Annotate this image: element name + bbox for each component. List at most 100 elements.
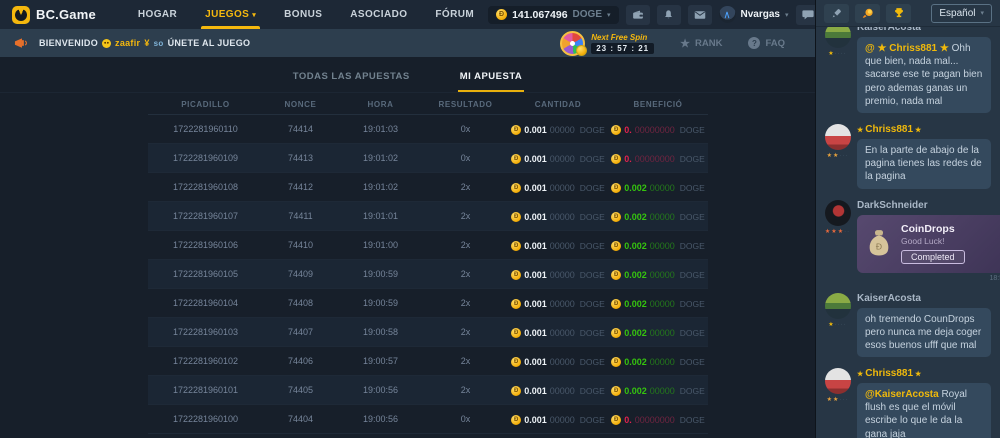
nav-item-bonus[interactable]: BONUS	[270, 0, 336, 29]
coindrops-card[interactable]: ÐCoinDropsGood Luck!Completed	[857, 215, 1000, 273]
rank-link[interactable]: ★ RANK	[680, 37, 722, 50]
top-navbar: BC.Game HOGARJUEGOS▾BONUSASOCIADOFÓRUM Ð…	[0, 0, 815, 29]
table-row[interactable]: 17222819601097441319:01:020xÐ0.00100000D…	[148, 144, 708, 173]
language-selector[interactable]: Español ▾	[931, 4, 992, 23]
table-row[interactable]: 17222819601017440519:00:562xÐ0.00100000D…	[148, 376, 708, 405]
tab-mi-apuesta[interactable]: MI APUESTA	[458, 65, 525, 92]
chat-username-text: KaiserAcosta	[857, 293, 921, 304]
value-main: 0.001	[524, 386, 547, 396]
table-row[interactable]: 17222819601007440419:00:560xÐ0.00100000D…	[148, 405, 708, 434]
table-row[interactable]: 17222819601077441119:01:012xÐ0.00100000D…	[148, 202, 708, 231]
hash-cell: 1722281960100	[148, 414, 263, 424]
chat-username[interactable]: ★ Chriss881 ★	[857, 124, 992, 135]
balance-currency: DOGE	[573, 9, 602, 20]
chat-message: ★····KaiserAcosta@ ★ Chriss881 ★ Ohh que…	[824, 27, 992, 113]
doge-coin-icon: Ð	[611, 357, 621, 367]
brand-logo[interactable]: BC.Game	[12, 6, 96, 24]
chevron-down-icon: ▾	[980, 9, 984, 17]
announcement-message[interactable]: BIENVENIDO zaafir ¥ so ÚNETE AL JUEGO	[39, 38, 250, 48]
completed-button[interactable]: Completed	[901, 250, 965, 264]
time-cell: 19:00:56	[338, 385, 423, 395]
profit-cell: Ð0.00000000DOGE	[608, 123, 708, 135]
spin-wheel-icon	[560, 31, 585, 56]
time-cell: 19:01:00	[338, 240, 423, 250]
money-bag-icon: Ð	[866, 229, 892, 259]
value-unit: DOGE	[680, 328, 705, 338]
mention-link[interactable]: @ ★ Chriss881 ★	[865, 43, 952, 54]
table-row[interactable]: 17222819601037440719:00:582xÐ0.00100000D…	[148, 318, 708, 347]
hot-games-button[interactable]	[855, 4, 880, 23]
notifications-button[interactable]	[657, 5, 681, 25]
star-icon: ★	[913, 127, 921, 134]
value-main: 0.001	[524, 357, 547, 367]
doge-coin-icon: Ð	[611, 328, 621, 338]
time-cell: 19:00:59	[338, 269, 423, 279]
value-main: 0.002	[624, 299, 647, 309]
table-row[interactable]: 17222819601067441019:01:002xÐ0.00100000D…	[148, 231, 708, 260]
chat-username[interactable]: KaiserAcosta	[857, 293, 992, 304]
svg-text:Ð: Ð	[876, 241, 882, 251]
chat-username[interactable]: ★ Chriss881 ★	[857, 368, 992, 379]
chat-username-text: KaiserAcosta	[857, 27, 921, 33]
nav-item-fórum[interactable]: FÓRUM	[421, 0, 488, 29]
nav-item-asociado[interactable]: ASOCIADO	[336, 0, 421, 29]
balance-selector[interactable]: Ð 141.067496 DOGE ▾	[488, 6, 618, 24]
value-main: 0.002	[624, 212, 647, 222]
time-cell: 19:01:02	[338, 182, 423, 192]
messages-button[interactable]	[688, 5, 712, 25]
value-unit: DOGE	[580, 299, 605, 309]
avatar[interactable]	[825, 368, 851, 394]
nav-item-juegos[interactable]: JUEGOS▾	[191, 0, 270, 29]
avatar[interactable]	[825, 124, 851, 150]
nav-item-label: BONUS	[284, 9, 322, 20]
star-icon: ·	[847, 229, 850, 235]
column-header: BENEFICIÓ	[608, 100, 708, 109]
table-row[interactable]: 17222819601027440619:00:572xÐ0.00100000D…	[148, 347, 708, 376]
chat-message: ★★★··DarkSchneiderÐCoinDropsGood Luck!Co…	[824, 200, 992, 282]
avatar[interactable]	[825, 293, 851, 319]
value-unit: DOGE	[580, 183, 605, 193]
doge-coin-icon: Ð	[611, 183, 621, 193]
amount-cell: Ð0.00100000DOGE	[508, 326, 608, 338]
wallet-button[interactable]	[626, 5, 650, 25]
table-row[interactable]: 17222819601107441419:01:030xÐ0.00100000D…	[148, 115, 708, 144]
chat-sidebar: Español ▾ ★····KaiserAcosta@ ★ Chriss881…	[815, 0, 1000, 438]
quests-button[interactable]	[824, 4, 849, 23]
doge-coin-icon: Ð	[511, 154, 521, 164]
nonce-cell: 74409	[263, 269, 338, 279]
table-row[interactable]: 17222819601087441219:01:022xÐ0.00100000D…	[148, 173, 708, 202]
doge-coin-icon: Ð	[511, 270, 521, 280]
value-unit: DOGE	[580, 328, 605, 338]
value-main: 0.002	[624, 386, 647, 396]
nav-item-hogar[interactable]: HOGAR	[124, 0, 191, 29]
tab-todas-las-apuestas[interactable]: TODAS LAS APUESTAS	[291, 65, 412, 92]
chat-username[interactable]: KaiserAcosta	[857, 27, 992, 33]
result-cell: 2x	[423, 269, 508, 279]
column-header: HORA	[338, 100, 423, 109]
faq-link[interactable]: ? FAQ	[748, 37, 785, 49]
table-row[interactable]: 17222819601047440819:00:592xÐ0.00100000D…	[148, 289, 708, 318]
avatar[interactable]	[825, 200, 851, 226]
hash-cell: 1722281960104	[148, 298, 263, 308]
brand-name: BC.Game	[36, 7, 96, 22]
time-cell: 19:00:58	[338, 327, 423, 337]
doge-coin-icon: Ð	[611, 154, 621, 164]
user-menu[interactable]: Nvargas ▾	[719, 6, 789, 23]
chevron-down-icon: ▾	[252, 11, 256, 19]
chat-bubble-icon	[802, 9, 814, 20]
mention-link[interactable]: @KaiserAcosta	[865, 389, 941, 400]
free-spin-widget[interactable]: Next Free Spin 23 : 57 : 21	[560, 31, 654, 56]
table-row[interactable]: 17222819601057440919:00:592xÐ0.00100000D…	[148, 260, 708, 289]
profit-cell: Ð0.00200000DOGE	[608, 384, 708, 396]
chat-bubble: En la parte de abajo de la pagina tienes…	[857, 139, 991, 189]
chat-username[interactable]: DarkSchneider	[857, 200, 992, 211]
value-rest: 00000	[550, 212, 575, 222]
tournament-button[interactable]	[886, 4, 911, 23]
profit-cell: Ð0.00000000DOGE	[608, 152, 708, 164]
nav-item-label: JUEGOS	[205, 9, 249, 20]
hash-cell: 1722281960108	[148, 182, 263, 192]
avatar[interactable]	[825, 27, 851, 48]
navbar-right: Ð 141.067496 DOGE ▾	[488, 5, 819, 25]
language-label: Español	[939, 8, 975, 19]
nonce-cell: 74414	[263, 124, 338, 134]
